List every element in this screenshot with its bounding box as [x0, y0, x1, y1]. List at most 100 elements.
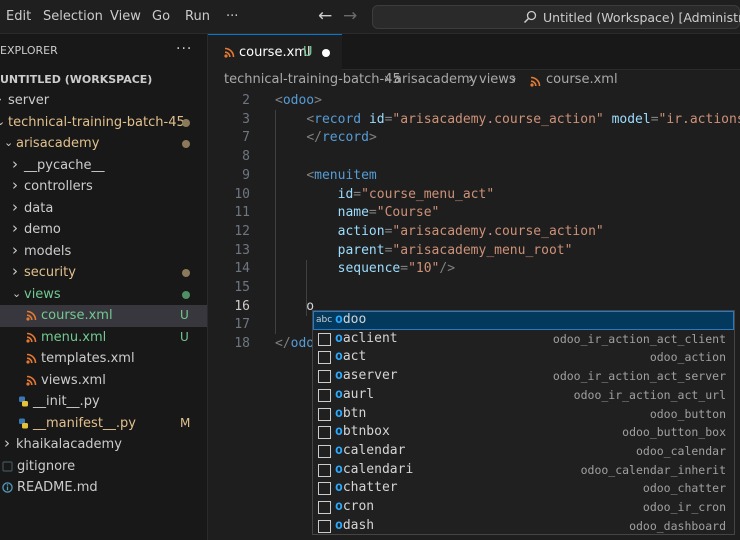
snippet-icon [318, 407, 331, 421]
chevron-down-icon: ⌄ [0, 115, 5, 128]
menu-edit[interactable]: Edit [6, 9, 31, 24]
suggest-item-label: oaserver [335, 368, 398, 384]
suggest-item-label: ocron [335, 499, 375, 514]
tree-item-data[interactable]: › data [0, 197, 207, 220]
line-number: 15 [234, 280, 250, 295]
menu-go[interactable]: Go [152, 9, 170, 24]
tree-item-views[interactable]: ⌄ views [0, 284, 207, 306]
breadcrumb-item[interactable]: arisacademy [394, 72, 477, 87]
tree-item-views-xml[interactable]: views.xml [0, 370, 207, 392]
code-line[interactable]: 9 <menuitem [208, 167, 740, 186]
menu-run[interactable]: Run [185, 9, 210, 24]
suggest-item-ocalendar[interactable]: ocalendar odoo_calendar [313, 442, 734, 461]
suggest-item-odash[interactable]: odash odoo_dashboard [313, 517, 734, 536]
snippet-icon [318, 519, 331, 533]
workspace-title[interactable]: UNTITLED (WORKSPACE) [0, 73, 152, 86]
tab-course-xml[interactable]: course.xml U [208, 34, 342, 70]
tab-label: course.xml [239, 45, 311, 60]
chevron-right-icon: › [12, 197, 18, 216]
tree-item-label: README.md [17, 480, 98, 495]
line-number: 2 [242, 93, 250, 108]
code-line[interactable]: 14 sequence="10"/> [208, 260, 740, 279]
snippet-icon [318, 332, 331, 346]
code-line[interactable]: 12 action="arisacademy.course_action" [208, 223, 740, 242]
tree-item-khaikalacademy[interactable]: › khaikalacademy [0, 434, 207, 456]
forward-arrow-icon[interactable]: → [343, 6, 357, 26]
tree-item-label: __manifest__.py [33, 415, 137, 431]
snippet-icon [318, 388, 331, 402]
line-number: 14 [234, 261, 250, 277]
tree-item-label: __pycache__ [24, 157, 105, 173]
chevron-right-icon: › [12, 176, 18, 194]
line-content: <record id="arisacademy.course_action" m… [306, 111, 740, 127]
line-number: 8 [242, 149, 250, 165]
code-line[interactable]: 11 name="Course" [208, 204, 740, 223]
git-status-badge: U [180, 308, 189, 322]
suggest-item-label: oact [335, 349, 367, 365]
chevron-right-icon: › [12, 262, 18, 280]
code-line[interactable]: 13 parent="arisacademy_menu_root" [208, 242, 740, 261]
tree-item-demo[interactable]: › demo [0, 219, 207, 241]
breadcrumb-item[interactable]: course.xml [546, 72, 618, 87]
code-line[interactable]: 8 [208, 148, 740, 167]
tree-item-course-xml[interactable]: course.xml U [0, 305, 207, 327]
tree-item-technical-training-batch-45[interactable]: ⌄technical-training-batch-45 [0, 112, 207, 134]
suggest-item-obtnbox[interactable]: obtnbox odoo_button_box [313, 423, 734, 442]
tab-bar: course.xml U [208, 34, 740, 70]
tree-item-security[interactable]: › security [0, 262, 207, 284]
snippet-icon [318, 482, 331, 496]
tree-item-server[interactable]: › server [0, 90, 207, 112]
suggest-item-oaclient[interactable]: oaclient odoo_ir_action_act_client [313, 330, 734, 349]
code-line[interactable]: 2 <odoo> [208, 92, 740, 111]
suggest-item-detail: odoo_dashboard [629, 518, 726, 533]
tree-item-label: controllers [24, 179, 93, 194]
line-number: 12 [234, 223, 250, 239]
rss-icon [26, 310, 37, 321]
tree-item-label: data [24, 200, 54, 216]
tree-item-manifest-py[interactable]: __manifest__.py M [0, 413, 207, 435]
python-icon [19, 396, 28, 407]
line-number: 17 [234, 317, 250, 333]
git-icon [2, 460, 13, 472]
suggest-item-odoo[interactable]: abc odoo [313, 311, 734, 330]
tree-item-models[interactable]: › models [0, 241, 207, 263]
chevron-down-icon: ⌄ [12, 286, 22, 300]
line-content: parent="arisacademy_menu_root" [275, 242, 573, 258]
tree-item-arisacademy[interactable]: ⌄ arisacademy [0, 133, 207, 155]
suggest-item-oaurl[interactable]: oaurl odoo_ir_action_act_url [313, 386, 734, 405]
line-content: name="Course" [275, 205, 440, 221]
code-line[interactable]: 7 </record> [208, 129, 740, 148]
line-number: 3 [242, 111, 250, 127]
tree-item-templates-xml[interactable]: templates.xml [0, 348, 207, 370]
tree-item-menu-xml[interactable]: menu.xml U [0, 327, 207, 349]
breadcrumb-item[interactable]: technical-training-batch-45 [224, 72, 401, 87]
suggest-item-detail: odoo_chatter [642, 481, 726, 496]
code-line[interactable]: 10 id="course_menu_act" [208, 186, 740, 205]
tree-item-init-py[interactable]: __init__.py [0, 391, 207, 413]
tree-item-label: menu.xml [41, 329, 107, 345]
tree-item-controllers[interactable]: › controllers [0, 176, 207, 198]
title-bar: Edit Selection View Go Run ··· ← → Untit… [0, 0, 740, 34]
command-center-search[interactable]: Untitled (Workspace) [Administrator] [372, 5, 740, 29]
explorer-more-button[interactable]: ··· [176, 41, 192, 57]
code-line[interactable]: 15 [208, 279, 740, 298]
suggest-item-ochatter[interactable]: ochatter odoo_chatter [313, 479, 734, 498]
tree-item-pycache[interactable]: › __pycache__ [0, 155, 207, 177]
unsaved-dot-icon[interactable] [322, 49, 330, 57]
suggest-item-obtn[interactable]: obtn odoo_button [313, 405, 734, 424]
suggest-item-oaserver[interactable]: oaserver odoo_ir_action_act_server [313, 367, 734, 386]
code-line[interactable]: 3 <record id="arisacademy.course_action"… [208, 111, 740, 130]
menu-selection[interactable]: Selection [43, 9, 103, 24]
back-arrow-icon[interactable]: ← [318, 6, 332, 26]
explorer-title: EXPLORER [0, 44, 58, 57]
suggest-item-ocron[interactable]: ocron odoo_ir_cron [313, 498, 734, 517]
suggest-item-oact[interactable]: oact odoo_action [313, 348, 734, 367]
tree-item-readme-md[interactable]: README.md [0, 477, 207, 499]
tree-item-label: views [24, 286, 61, 302]
suggest-item-ocalendari[interactable]: ocalendari odoo_calendar_inherit [313, 461, 734, 480]
tree-item-gitignore[interactable]: gitignore [0, 456, 207, 478]
menu-more[interactable]: ··· [226, 9, 238, 24]
search-icon [523, 10, 537, 24]
menu-view[interactable]: View [110, 9, 141, 24]
chevron-right-icon: › [511, 71, 517, 87]
